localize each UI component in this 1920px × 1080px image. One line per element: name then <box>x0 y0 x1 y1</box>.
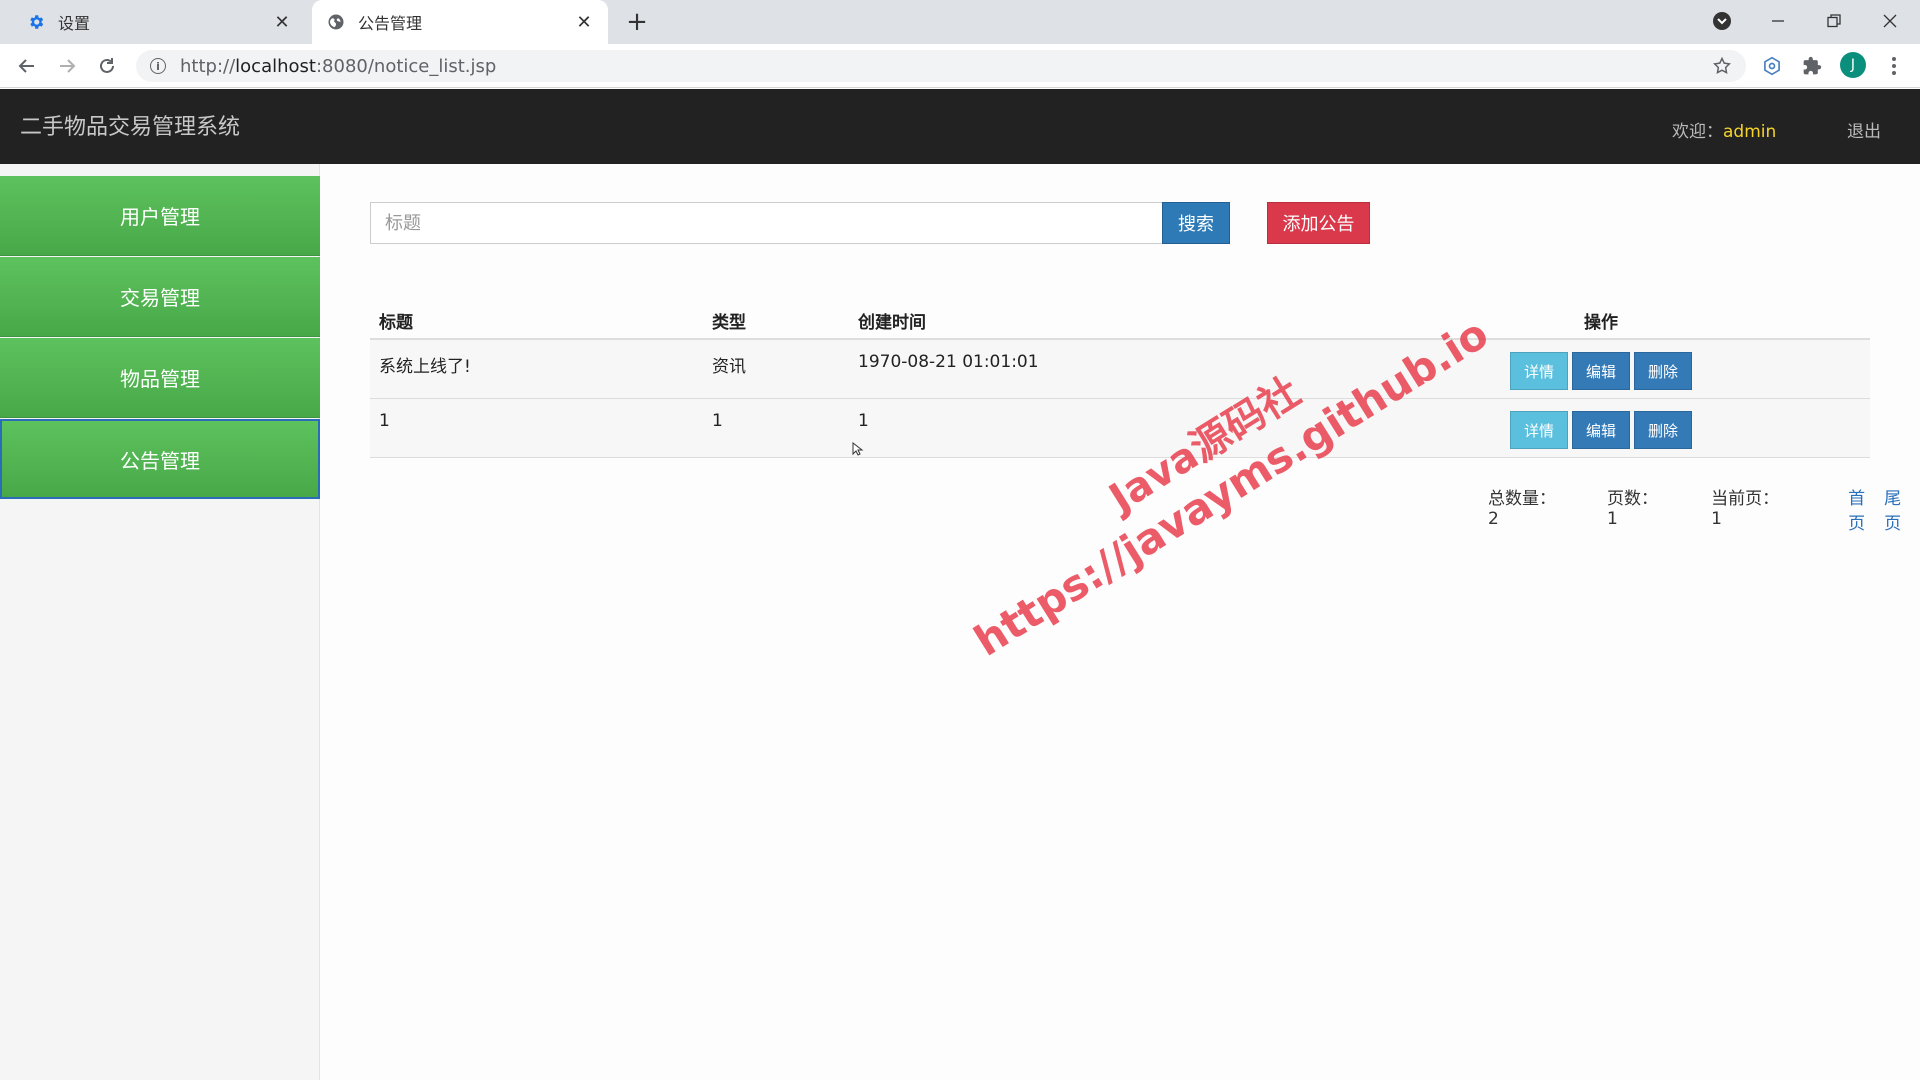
url-host: localhost <box>235 55 316 77</box>
forward-icon[interactable] <box>52 51 82 81</box>
tab-search-icon[interactable] <box>1702 6 1742 36</box>
sidebar-item-goods[interactable]: 物品管理 <box>0 338 320 418</box>
pager-total: 总数量：2 <box>1488 484 1589 534</box>
notice-table: 标题 类型 创建时间 操作 系统上线了! 资讯 1970-08-21 01:01… <box>370 296 1870 458</box>
back-icon[interactable] <box>12 51 42 81</box>
url-prefix: http:// <box>180 55 236 77</box>
info-icon[interactable]: i <box>150 58 166 74</box>
window-close-icon[interactable] <box>1870 6 1910 36</box>
pager-current: 当前页：1 <box>1711 484 1812 534</box>
close-icon[interactable]: ✕ <box>572 10 596 34</box>
tab-title: 公告管理 <box>358 14 423 33</box>
close-icon[interactable]: ✕ <box>270 10 294 34</box>
cell-time: 1970-08-21 01:01:01 <box>858 352 1039 372</box>
url-path: :8080/notice_list.jsp <box>315 55 497 77</box>
table-header: 标题 类型 创建时间 操作 <box>370 296 1870 340</box>
edit-button[interactable]: 编辑 <box>1572 352 1630 390</box>
extension-hex-icon[interactable] <box>1758 52 1786 80</box>
pager-current-label: 当前页： <box>1711 489 1780 509</box>
username: admin <box>1723 122 1777 142</box>
pager-pages-label: 页数： <box>1607 489 1659 509</box>
cell-title: 系统上线了! <box>379 357 471 377</box>
sidebar-item-notices[interactable]: 公告管理 <box>0 419 320 499</box>
detail-button[interactable]: 详情 <box>1510 411 1568 449</box>
add-notice-button[interactable]: 添加公告 <box>1267 202 1370 244</box>
logout-link[interactable]: 退出 <box>1847 117 1881 142</box>
edit-button[interactable]: 编辑 <box>1572 411 1630 449</box>
sidebar-item-users[interactable]: 用户管理 <box>0 176 320 256</box>
sidebar: 用户管理 交易管理 物品管理 公告管理 <box>0 164 320 1080</box>
tab-title: 设置 <box>58 14 91 33</box>
row-actions: 详情 编辑 删除 <box>1510 352 1692 390</box>
tab-notice[interactable]: 公告管理 ✕ <box>312 0 608 44</box>
minimize-icon[interactable] <box>1758 6 1798 36</box>
delete-button[interactable]: 删除 <box>1634 411 1692 449</box>
column-header-type: 类型 <box>712 313 746 333</box>
menu-dots-icon[interactable] <box>1880 52 1908 80</box>
restore-icon[interactable] <box>1814 6 1854 36</box>
delete-button[interactable]: 删除 <box>1634 352 1692 390</box>
pagination: 总数量：2 页数：1 当前页：1 首页 尾页 <box>1488 484 1920 534</box>
tab-settings[interactable]: 设置 ✕ <box>0 0 306 44</box>
cell-type: 1 <box>712 411 723 431</box>
browser-tab-bar: 设置 ✕ 公告管理 ✕ + <box>0 0 1920 44</box>
pager-total-value: 2 <box>1488 509 1499 529</box>
pager-total-label: 总数量： <box>1488 489 1556 509</box>
sidebar-item-trades[interactable]: 交易管理 <box>0 257 320 337</box>
search-input[interactable] <box>370 202 1163 244</box>
browser-toolbar: i http://localhost:8080/notice_list.jsp <box>0 44 1920 88</box>
column-header-actions: 操作 <box>1584 313 1618 333</box>
table-row: 1 1 1 详情 编辑 删除 <box>370 399 1870 458</box>
column-header-title: 标题 <box>379 313 413 333</box>
reload-icon[interactable] <box>92 51 122 81</box>
bookmark-star-icon[interactable] <box>1708 52 1736 80</box>
gear-icon <box>26 12 46 32</box>
mouse-cursor-icon <box>852 442 864 456</box>
cell-title: 1 <box>379 411 390 431</box>
row-actions: 详情 编辑 删除 <box>1510 411 1692 449</box>
globe-icon <box>326 12 346 32</box>
app-header: 二手物品交易管理系统 欢迎：admin 退出 <box>0 89 1920 164</box>
table-row: 系统上线了! 资讯 1970-08-21 01:01:01 详情 编辑 删除 <box>370 340 1870 399</box>
column-header-time: 创建时间 <box>858 313 926 333</box>
puzzle-icon[interactable] <box>1798 52 1826 80</box>
profile-avatar[interactable]: J <box>1840 52 1866 78</box>
new-tab-button[interactable]: + <box>622 8 652 38</box>
welcome-label: 欢迎： <box>1672 122 1723 142</box>
cell-time: 1 <box>858 411 869 431</box>
pager-pages: 页数：1 <box>1607 484 1693 534</box>
search-button[interactable]: 搜索 <box>1162 202 1230 244</box>
last-page-link[interactable]: 尾页 <box>1884 484 1914 534</box>
pager-current-value: 1 <box>1711 509 1722 529</box>
welcome-text: 欢迎：admin <box>1672 117 1776 142</box>
address-bar[interactable]: i http://localhost:8080/notice_list.jsp <box>136 50 1746 82</box>
app-title[interactable]: 二手物品交易管理系统 <box>20 109 240 141</box>
pager-pages-value: 1 <box>1607 509 1618 529</box>
first-page-link[interactable]: 首页 <box>1848 484 1878 534</box>
detail-button[interactable]: 详情 <box>1510 352 1568 390</box>
cell-type: 资讯 <box>712 357 746 377</box>
